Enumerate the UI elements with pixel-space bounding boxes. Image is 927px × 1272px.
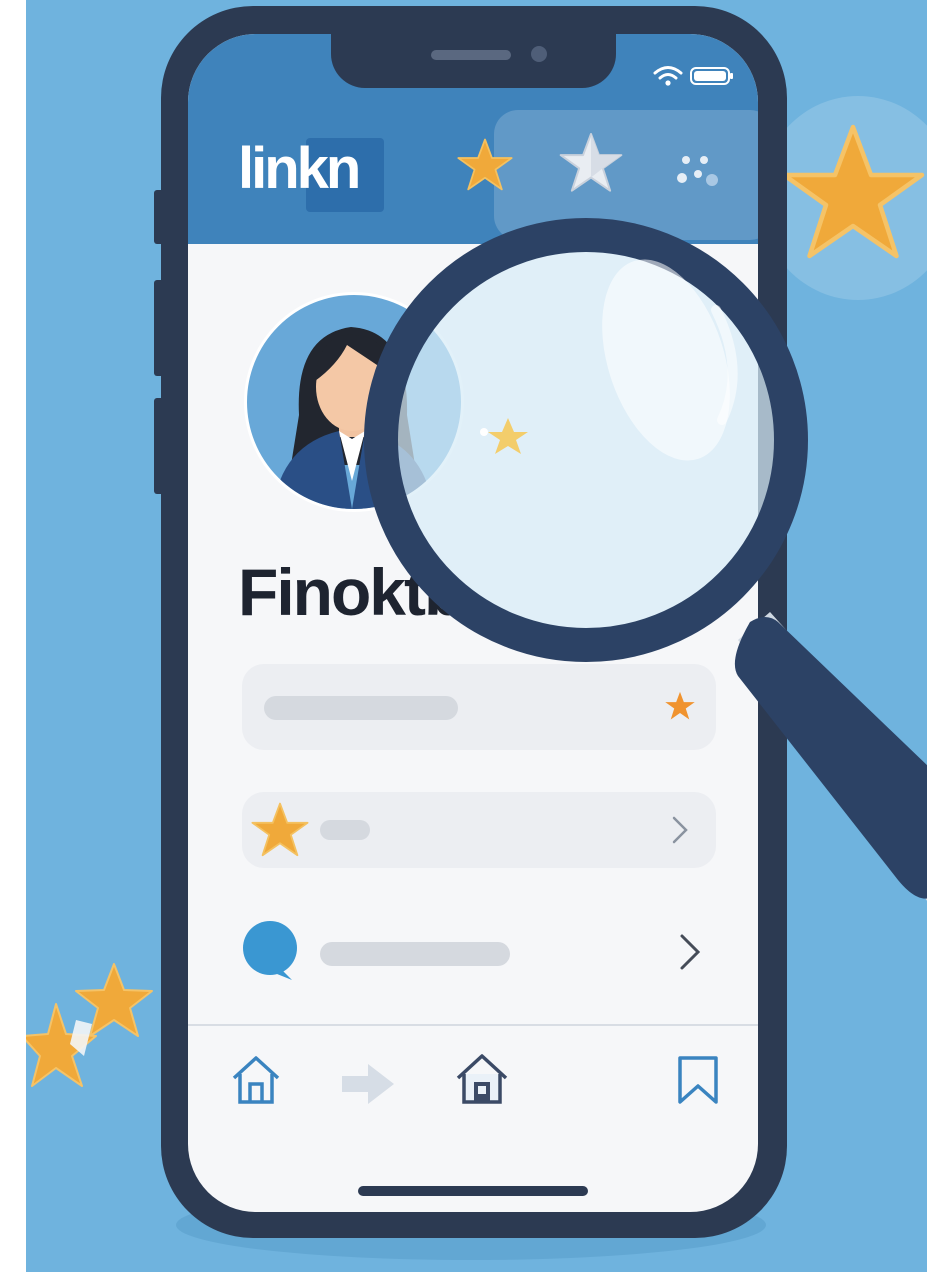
avatar[interactable] xyxy=(244,292,464,512)
list-item[interactable] xyxy=(242,664,716,750)
placeholder-text-line xyxy=(264,696,458,720)
star-icon[interactable] xyxy=(558,130,624,196)
tabbar-divider xyxy=(188,1024,758,1026)
home-indicator xyxy=(358,1186,588,1196)
profile-name: Finoktb xyxy=(238,555,464,629)
star-icon xyxy=(665,691,695,720)
star-icon xyxy=(781,124,925,259)
placeholder-text-line xyxy=(320,820,370,840)
app-logo[interactable]: linkn xyxy=(238,136,361,201)
list-item[interactable] xyxy=(242,912,716,994)
star-icon xyxy=(26,963,153,1087)
placeholder-text-line xyxy=(320,942,510,966)
bookmark-icon[interactable] xyxy=(676,1054,720,1106)
star-icon xyxy=(251,802,309,857)
person-avatar-icon xyxy=(273,327,433,509)
share-arrow-icon[interactable] xyxy=(340,1062,396,1106)
battery-icon xyxy=(690,67,733,85)
chevron-right-icon xyxy=(680,934,701,970)
status-bar xyxy=(644,64,734,86)
illustration-background: linkn Finoktb xyxy=(26,0,927,1272)
camera xyxy=(531,46,547,62)
phone-screen: linkn Finoktb xyxy=(188,34,758,1212)
house-icon[interactable] xyxy=(454,1052,510,1108)
home-icon[interactable] xyxy=(230,1054,282,1106)
dots-icon[interactable] xyxy=(674,152,722,192)
speaker xyxy=(431,50,511,60)
phone-frame: linkn Finoktb xyxy=(161,6,787,1238)
chevron-right-icon xyxy=(672,816,688,844)
notch xyxy=(331,34,616,88)
wifi-icon xyxy=(653,66,683,86)
list-item[interactable] xyxy=(242,792,716,868)
star-icon[interactable] xyxy=(456,136,514,194)
chat-bubble-icon xyxy=(243,921,297,980)
